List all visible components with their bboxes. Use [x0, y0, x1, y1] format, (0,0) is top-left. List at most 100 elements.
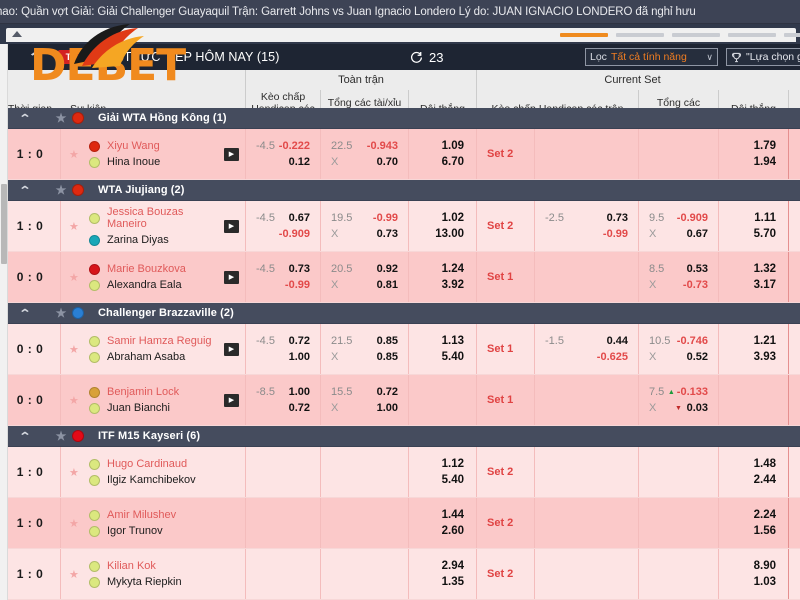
league-collapse-icon[interactable]: ⌃ [0, 307, 60, 320]
collapse-all-icon[interactable]: ⌃ [27, 50, 45, 64]
handicap-current-cell[interactable] [534, 375, 638, 425]
handicap-full-cell[interactable]: -4.5 -0.222 0.12 [245, 129, 320, 179]
handicap-full-cell[interactable] [245, 498, 320, 548]
handicap-full-cell[interactable]: -4.5 0.67 -0.909 [245, 201, 320, 251]
match-event-cell[interactable]: ★ Marie Bouzkova Alexandra Eala ▶ [60, 252, 245, 302]
odds-line-top[interactable]: 20.5 0.92 [321, 263, 408, 275]
league-collapse-icon[interactable]: ⌃ [0, 112, 60, 125]
match-row[interactable]: 0 : 0 ★ Benjamin Lock Juan Bianchi ▶ -8.5 1.00… [0, 375, 800, 426]
match-list[interactable]: ⌃ ★ Giải WTA Hồng Kông (1) 1 : 0 ★ Xiyu Wang H… [0, 108, 800, 600]
favorite-star-icon[interactable]: ★ [69, 517, 83, 530]
odds-line-top[interactable]: 21.5 0.85 [321, 335, 408, 347]
odds-line-top[interactable]: 9.5 -0.909 [639, 212, 718, 224]
total-current-cell[interactable]: 10.5 -0.746 X 0.52 [638, 324, 718, 374]
odds-line-top[interactable]: -4.5 0.67 [246, 212, 320, 224]
winner-current-cell[interactable] [718, 375, 788, 425]
winner-current-cell[interactable]: 1.11 5.70 [718, 201, 788, 251]
total-current-cell[interactable] [638, 498, 718, 548]
favorite-star-icon[interactable]: ★ [69, 394, 83, 407]
winner-full-cell[interactable]: 2.94 1.35 [408, 549, 476, 599]
league-header-row[interactable]: ⌃ ★ Giải WTA Hồng Kông (1) [0, 108, 800, 129]
odds-line-bottom[interactable]: X 0.70 [321, 156, 408, 168]
total-current-cell[interactable] [638, 549, 718, 599]
odds-line-bottom[interactable]: -0.99 [535, 228, 638, 240]
filter-dropdown[interactable]: Lọc Tất cả tính năng ∨ [585, 48, 718, 66]
total-current-cell[interactable]: 7.5 ▲ -0.133 X ▼ 0.03 [638, 375, 718, 425]
odds-line-top[interactable]: -1.5 0.44 [535, 335, 638, 347]
odds-line-bottom[interactable]: -0.625 [535, 351, 638, 363]
match-row[interactable]: 1 : 0 ★ Amir Milushev Igor Trunov 1.44 2.60 Se… [0, 498, 800, 549]
total-full-cell[interactable]: 15.5 0.72 X 1.00 [320, 375, 408, 425]
mini-tab-active[interactable] [560, 33, 608, 37]
total-full-cell[interactable]: 22.5 -0.943 X 0.70 [320, 129, 408, 179]
odds-line-top[interactable]: -2.5 0.73 [535, 212, 638, 224]
odds-line-top[interactable]: 7.5 ▲ -0.133 [639, 386, 718, 398]
odds-line-bottom[interactable]: -0.99 [246, 279, 320, 291]
match-event-cell[interactable]: ★ Samir Hamza Reguig Abraham Asaba ▶ [60, 324, 245, 374]
mini-tab[interactable] [784, 33, 800, 37]
favorite-star-icon[interactable]: ★ [69, 466, 83, 479]
match-event-cell[interactable]: ★ Jessica Bouzas Maneiro Zarina Diyas ▶ [60, 201, 245, 251]
match-row[interactable]: 0 : 0 ★ Marie Bouzkova Alexandra Eala ▶ -4.5 0… [0, 252, 800, 303]
favorite-star-icon[interactable]: ★ [69, 220, 83, 233]
scrollbar-thumb[interactable] [1, 184, 7, 264]
winner-full-cell[interactable]: 1.09 6.70 [408, 129, 476, 179]
handicap-current-cell[interactable] [534, 252, 638, 302]
handicap-full-cell[interactable]: -4.5 0.72 1.00 [245, 324, 320, 374]
favorite-star-icon[interactable]: ★ [69, 271, 83, 284]
winner-current-cell[interactable]: 1.48 2.44 [718, 447, 788, 497]
winner-full-cell[interactable]: 1.13 5.40 [408, 324, 476, 374]
odds-line-bottom[interactable]: X -0.73 [639, 279, 718, 291]
league-collapse-icon[interactable]: ⌃ [0, 184, 60, 197]
odds-line-bottom[interactable]: 0.72 [246, 402, 320, 414]
winner-full-cell[interactable]: 1.12 5.40 [408, 447, 476, 497]
odds-line-bottom[interactable]: X ▼ 0.03 [639, 402, 718, 414]
play-video-icon[interactable]: ▶ [224, 270, 239, 284]
mini-tab[interactable] [616, 33, 664, 37]
winner-current-cell[interactable]: 8.90 1.03 [718, 549, 788, 599]
total-full-cell[interactable] [320, 549, 408, 599]
handicap-full-cell[interactable]: -8.5 1.00 0.72 [245, 375, 320, 425]
handicap-full-cell[interactable]: -4.5 0.73 -0.99 [245, 252, 320, 302]
odds-line-top[interactable]: 22.5 -0.943 [321, 140, 408, 152]
match-event-cell[interactable]: ★ Hugo Cardinaud Ilgiz Kamchibekov [60, 447, 245, 497]
odds-line-top[interactable]: 10.5 -0.746 [639, 335, 718, 347]
favorite-star-icon[interactable]: ★ [69, 148, 83, 161]
odds-line-top[interactable]: -4.5 0.73 [246, 263, 320, 275]
winner-current-cell[interactable]: 2.24 1.56 [718, 498, 788, 548]
mini-tab[interactable] [672, 33, 720, 37]
handicap-current-cell[interactable]: -1.5 0.44 -0.625 [534, 324, 638, 374]
odds-line-bottom[interactable]: X 0.81 [321, 279, 408, 291]
odds-line-bottom[interactable]: 0.12 [246, 156, 320, 168]
scroll-up-icon[interactable] [12, 31, 22, 37]
total-full-cell[interactable]: 19.5 -0.99 X 0.73 [320, 201, 408, 251]
odds-line-top[interactable]: 8.5 0.53 [639, 263, 718, 275]
refresh-counter[interactable]: 23 [410, 50, 443, 65]
options-dropdown[interactable]: "Lựa chọn g [726, 48, 800, 66]
handicap-current-cell[interactable] [534, 447, 638, 497]
total-full-cell[interactable]: 21.5 0.85 X 0.85 [320, 324, 408, 374]
league-header-row[interactable]: ⌃ ★ WTA Jiujiang (2) [0, 180, 800, 201]
play-video-icon[interactable]: ▶ [224, 342, 239, 356]
winner-full-cell[interactable]: 1.02 13.00 [408, 201, 476, 251]
total-full-cell[interactable]: 20.5 0.92 X 0.81 [320, 252, 408, 302]
league-collapse-icon[interactable]: ⌃ [0, 430, 60, 443]
odds-line-bottom[interactable]: X 1.00 [321, 402, 408, 414]
play-video-icon[interactable]: ▶ [224, 219, 239, 233]
odds-line-bottom[interactable]: 1.00 [246, 351, 320, 363]
league-header-row[interactable]: ⌃ ★ ITF M15 Kayseri (6) [0, 426, 800, 447]
match-event-cell[interactable]: ★ Kilian Kok Mykyta Riepkin [60, 549, 245, 599]
odds-line-top[interactable]: 15.5 0.72 [321, 386, 408, 398]
handicap-current-cell[interactable]: -2.5 0.73 -0.99 [534, 201, 638, 251]
favorite-star-icon[interactable]: ★ [69, 568, 83, 581]
odds-line-bottom[interactable]: X 0.52 [639, 351, 718, 363]
page-scrollbar[interactable] [0, 44, 8, 600]
odds-line-top[interactable]: -8.5 1.00 [246, 386, 320, 398]
league-header-row[interactable]: ⌃ ★ Challenger Brazzaville (2) [0, 303, 800, 324]
total-current-cell[interactable]: 8.5 0.53 X -0.73 [638, 252, 718, 302]
odds-line-bottom[interactable]: -0.909 [246, 228, 320, 240]
winner-full-cell[interactable]: 1.44 2.60 [408, 498, 476, 548]
match-row[interactable]: 1 : 0 ★ Kilian Kok Mykyta Riepkin 2.94 1.35 Se… [0, 549, 800, 600]
odds-line-top[interactable]: -4.5 0.72 [246, 335, 320, 347]
odds-line-bottom[interactable]: X 0.85 [321, 351, 408, 363]
